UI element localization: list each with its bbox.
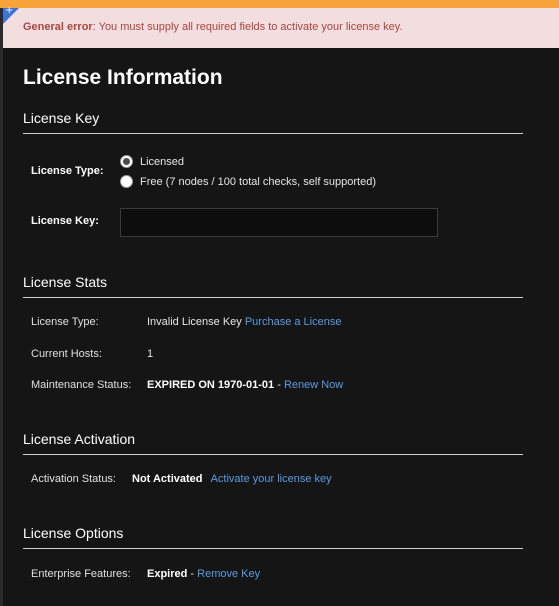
license-type-value-text: Invalid License Key xyxy=(147,316,242,328)
stats-license-type-label: License Type: xyxy=(31,316,99,328)
alert-message: : You must supply all required fields to… xyxy=(92,21,403,33)
section-title-license-key: License Key xyxy=(23,110,523,134)
maintenance-status-label: Maintenance Status: xyxy=(31,379,132,391)
radio-free-control[interactable] xyxy=(120,175,133,188)
section-title-license-options: License Options xyxy=(23,525,523,549)
section-title-license-stats: License Stats xyxy=(23,274,523,298)
activate-license-link[interactable]: Activate your license key xyxy=(211,473,332,485)
renew-now-link[interactable]: Renew Now xyxy=(284,379,343,391)
maintenance-separator: - xyxy=(274,379,284,391)
radio-licensed-label: Licensed xyxy=(140,155,185,168)
activation-status-label: Activation Status: xyxy=(31,473,116,485)
stats-license-type-value: Invalid License Key Purchase a License xyxy=(147,316,341,328)
license-key-input[interactable] xyxy=(120,208,438,237)
maintenance-expired-text: EXPIRED ON 1970-01-01 xyxy=(147,379,275,391)
radio-free[interactable]: Free (7 nodes / 100 total checks, self s… xyxy=(120,175,376,188)
enterprise-expired-text: Expired xyxy=(147,568,188,580)
enterprise-features-label: Enterprise Features: xyxy=(31,568,131,580)
alert-prefix: General error xyxy=(23,21,93,33)
top-accent-bar xyxy=(0,0,559,8)
current-hosts-value: 1 xyxy=(147,348,154,360)
radio-licensed[interactable]: Licensed xyxy=(120,155,184,168)
license-type-label: License Type: xyxy=(31,165,104,177)
plus-icon[interactable]: + xyxy=(5,6,13,16)
left-edge-bar xyxy=(0,0,3,606)
maintenance-status-value: EXPIRED ON 1970-01-01 - Renew Now xyxy=(147,379,343,391)
current-hosts-label: Current Hosts: xyxy=(31,348,102,360)
page-title: License Information xyxy=(23,66,223,89)
purchase-license-link[interactable]: Purchase a License xyxy=(245,316,342,328)
remove-key-link[interactable]: Remove Key xyxy=(197,568,260,580)
error-alert: General error: You must supply all requi… xyxy=(3,8,559,48)
license-key-label: License Key: xyxy=(31,215,99,227)
enterprise-features-value: Expired - Remove Key xyxy=(147,568,260,580)
activation-status-value: Not Activated Activate your license key xyxy=(132,473,332,485)
radio-licensed-control[interactable] xyxy=(120,155,133,168)
radio-free-label: Free (7 nodes / 100 total checks, self s… xyxy=(140,175,377,188)
enterprise-separator: - xyxy=(187,568,198,580)
not-activated-text: Not Activated xyxy=(132,473,203,485)
section-title-license-activation: License Activation xyxy=(23,431,523,455)
